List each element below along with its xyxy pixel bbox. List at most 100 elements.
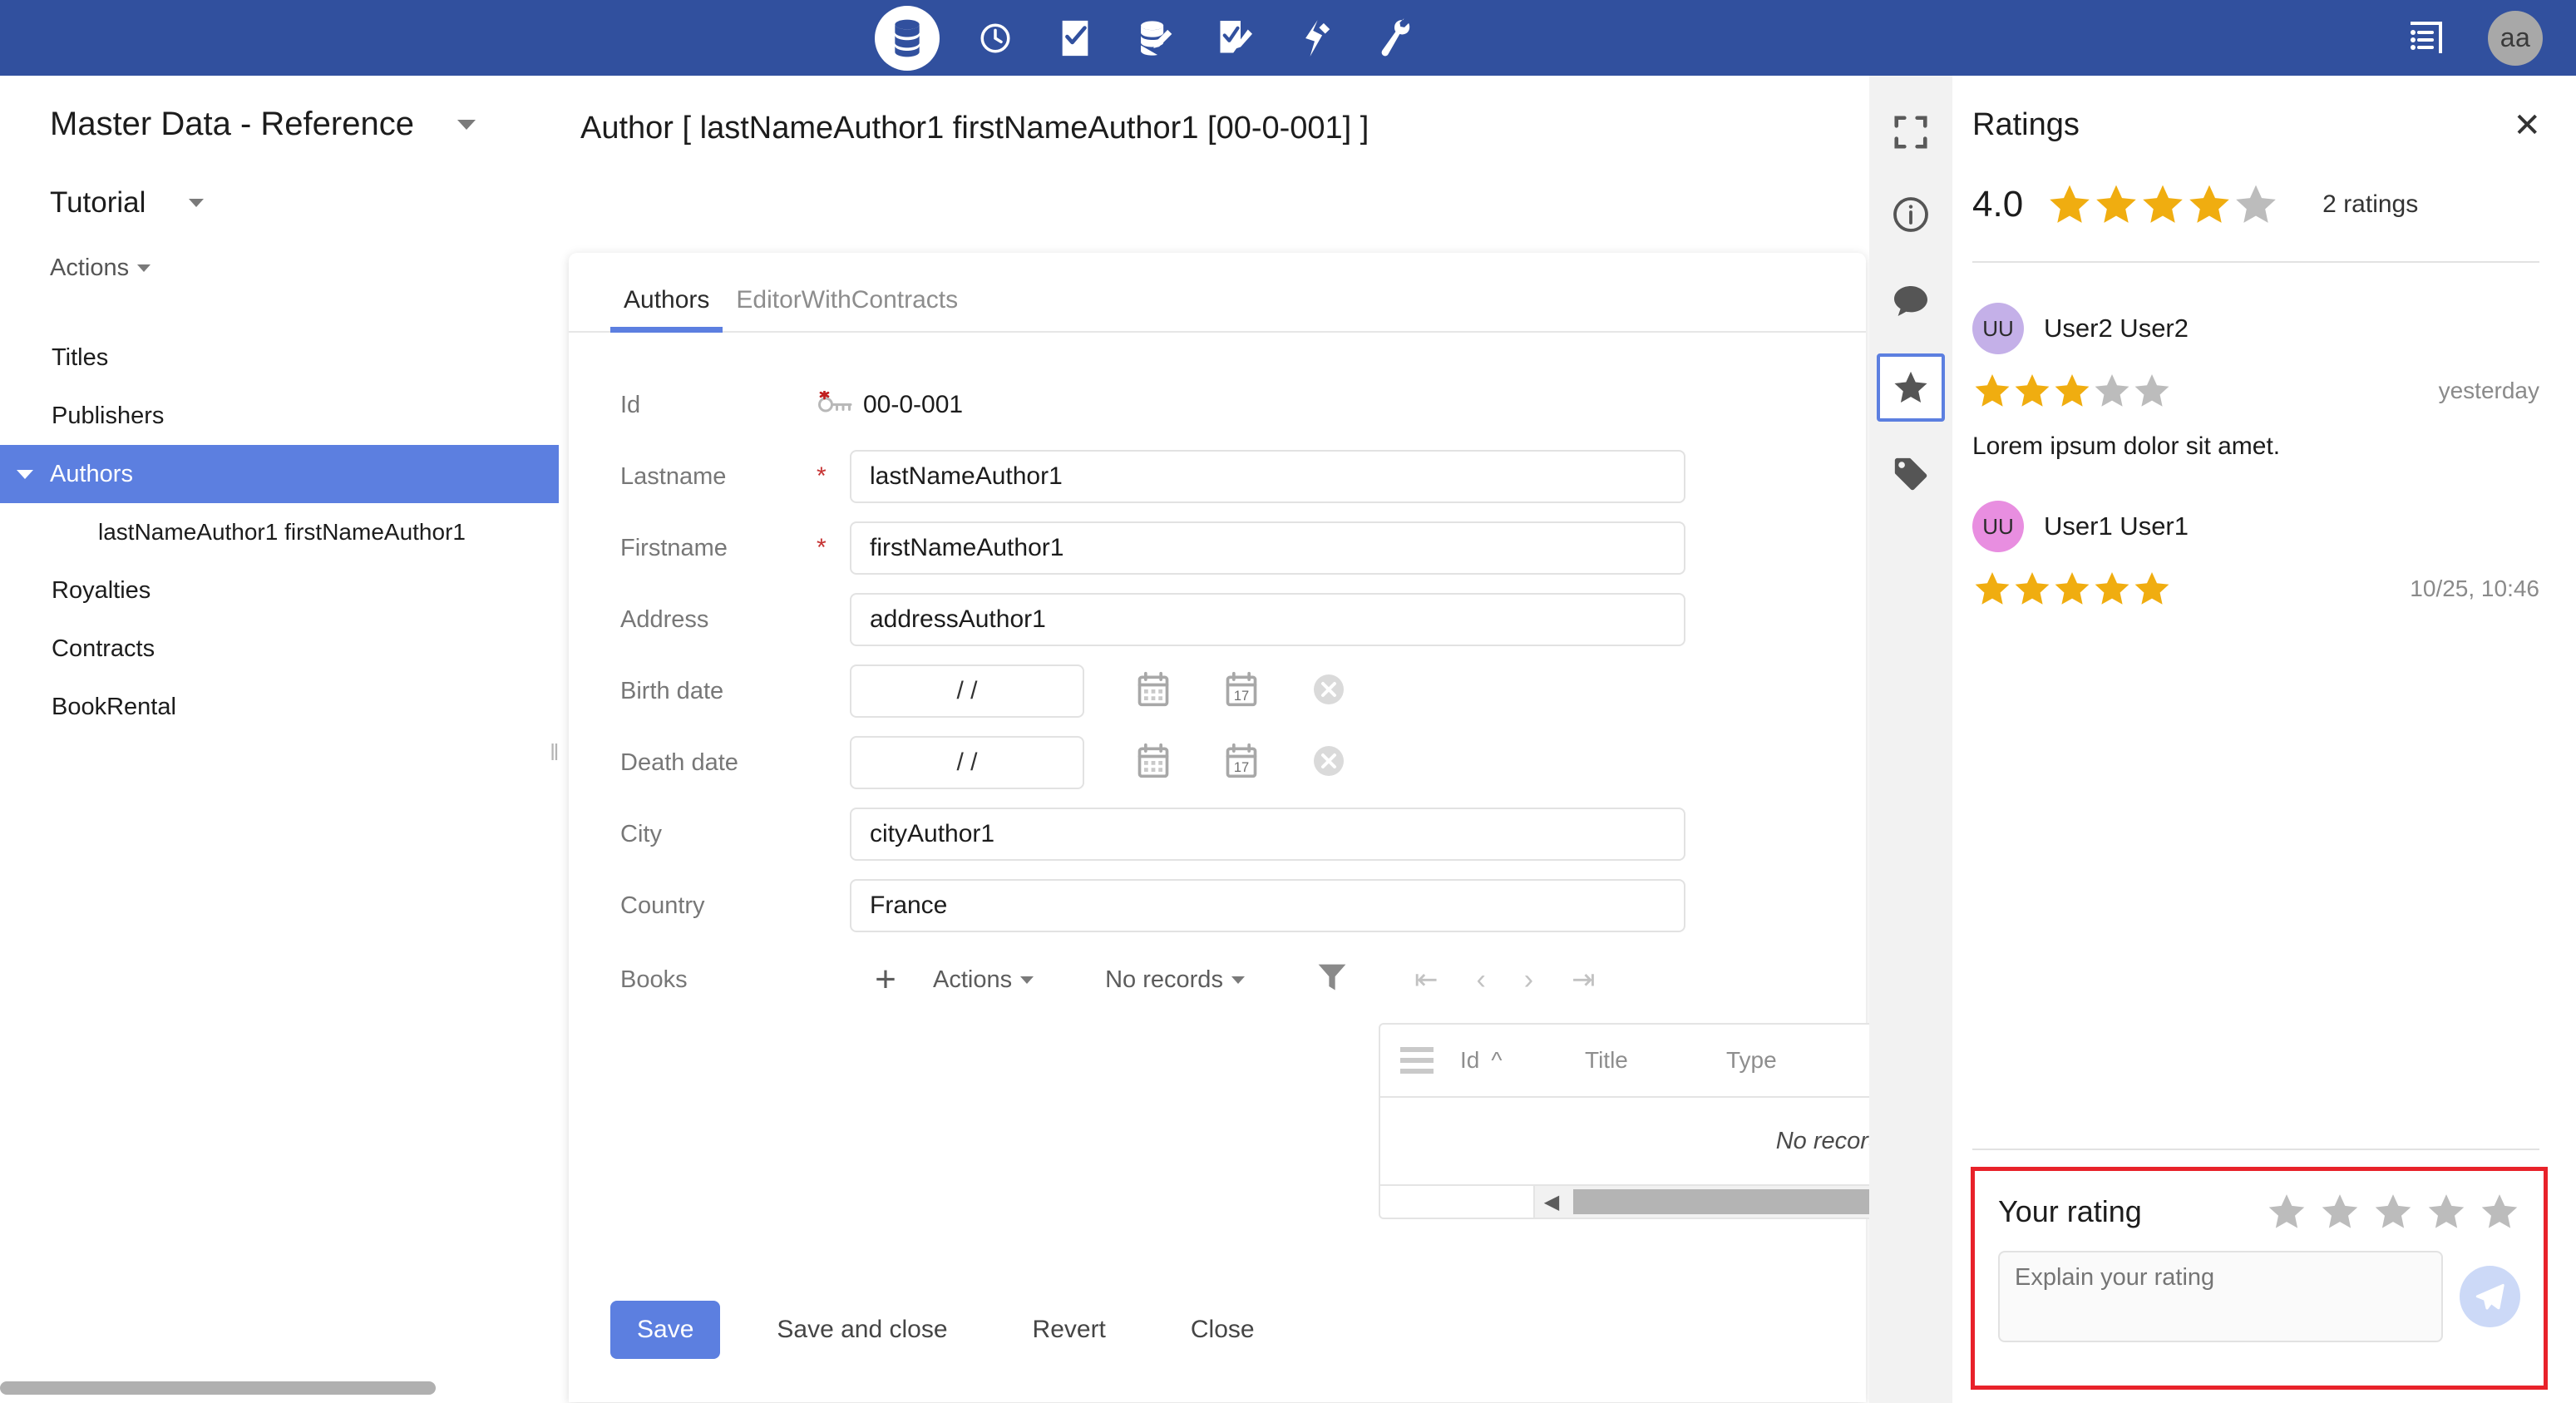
books-actions-label: Actions bbox=[933, 966, 1013, 993]
sidebar-item-publishers[interactable]: Publishers bbox=[0, 387, 559, 445]
birthdate-field[interactable]: / / bbox=[850, 664, 1084, 718]
pager-next-button[interactable]: › bbox=[1524, 964, 1533, 996]
pager-first-button[interactable]: ⇤ bbox=[1414, 963, 1439, 996]
save-button[interactable]: Save bbox=[610, 1301, 721, 1359]
star-glyph-icon bbox=[2015, 572, 2050, 605]
user-avatar[interactable]: aa bbox=[2488, 10, 2543, 66]
pager-prev-button[interactable]: ‹ bbox=[1476, 964, 1485, 996]
your-rating-comment-input[interactable] bbox=[1998, 1251, 2443, 1342]
star-glyph-icon bbox=[1975, 572, 2010, 605]
column-header-title[interactable]: Title bbox=[1578, 1047, 1720, 1074]
sidebar-actions-menu[interactable]: Actions bbox=[0, 220, 559, 282]
expand-caret-icon bbox=[17, 469, 33, 479]
clock-icon[interactable] bbox=[971, 14, 1019, 62]
add-book-button[interactable]: + bbox=[850, 959, 921, 1000]
database-edit-icon[interactable] bbox=[1131, 14, 1179, 62]
rating-entry-timestamp: 10/25, 10:46 bbox=[2410, 576, 2539, 601]
column-header-id[interactable]: Id ^ bbox=[1453, 1047, 1578, 1074]
sidebar-item-author-record[interactable]: lastNameAuthor1 firstNameAuthor1 bbox=[0, 503, 559, 561]
comment-icon[interactable] bbox=[1877, 267, 1945, 335]
app-title-row[interactable]: Master Data - Reference bbox=[0, 76, 559, 143]
clear-date-icon[interactable] bbox=[1312, 673, 1345, 710]
column-header-label: Id bbox=[1460, 1047, 1480, 1073]
left-sidebar: Master Data - Reference Tutorial Actions… bbox=[0, 76, 560, 1403]
star-glyph-icon bbox=[2050, 185, 2090, 223]
tab-editorwithcontracts[interactable]: EditorWithContracts bbox=[723, 286, 971, 331]
lastname-field[interactable]: lastNameAuthor1 bbox=[850, 450, 1685, 503]
filter-icon[interactable] bbox=[1316, 961, 1348, 999]
field-value-birthdate: / / bbox=[956, 677, 978, 704]
city-field[interactable]: cityAuthor1 bbox=[850, 808, 1685, 861]
list-view-icon[interactable] bbox=[2401, 14, 2450, 62]
checklist-icon[interactable] bbox=[1051, 14, 1099, 62]
sort-ascending-icon: ^ bbox=[1491, 1047, 1503, 1073]
star-glyph-icon bbox=[2428, 1194, 2465, 1228]
sidebar-item-titles[interactable]: Titles bbox=[0, 329, 559, 387]
close-panel-icon[interactable]: ✕ bbox=[2513, 109, 2541, 142]
field-label-firstname: Firstname bbox=[620, 534, 728, 561]
user-avatar-initials: aa bbox=[2500, 22, 2531, 52]
sidebar-item-contracts[interactable]: Contracts bbox=[0, 620, 559, 678]
calendar-icon[interactable] bbox=[1136, 671, 1171, 712]
tab-bar: Authors EditorWithContracts bbox=[569, 253, 1866, 333]
ratings-panel-title: Ratings bbox=[1972, 107, 2080, 142]
section-title-row[interactable]: Tutorial bbox=[0, 143, 559, 220]
calendar-icon[interactable] bbox=[1136, 743, 1171, 783]
calendar-today-icon[interactable]: 17 bbox=[1224, 671, 1259, 712]
grid-scroll-left-arrow[interactable]: ◀ bbox=[1535, 1190, 1568, 1214]
field-row-country: Country France bbox=[569, 870, 1866, 941]
calendar-today-icon[interactable]: 17 bbox=[1224, 743, 1259, 783]
plug-icon[interactable] bbox=[1290, 14, 1339, 62]
sidebar-item-label: BookRental bbox=[52, 693, 176, 720]
checklist-edit-icon[interactable] bbox=[1211, 14, 1259, 62]
sidebar-item-royalties[interactable]: Royalties bbox=[0, 561, 559, 620]
column-header-type[interactable]: Type bbox=[1720, 1047, 1878, 1074]
tag-icon[interactable] bbox=[1877, 440, 1945, 508]
ratings-summary: 4.0 2 ratings bbox=[1952, 143, 2576, 228]
star-glyph-icon bbox=[1975, 374, 2010, 407]
save-and-close-button[interactable]: Save and close bbox=[748, 1301, 975, 1359]
close-button[interactable]: Close bbox=[1162, 1301, 1283, 1359]
section-chevron-down-icon[interactable] bbox=[189, 199, 205, 207]
star-glyph-icon bbox=[2015, 374, 2050, 407]
sidebar-item-label: lastNameAuthor1 firstNameAuthor1 bbox=[98, 519, 466, 545]
app-title-chevron-down-icon[interactable] bbox=[456, 119, 476, 130]
grid-menu-icon[interactable] bbox=[1380, 1047, 1453, 1074]
send-icon[interactable] bbox=[2459, 1266, 2520, 1327]
star-icon[interactable] bbox=[1877, 353, 1945, 422]
rating-user-name: User1 User1 bbox=[2044, 511, 2189, 541]
sidebar-horizontal-scrollbar[interactable] bbox=[0, 1381, 436, 1395]
expand-fullscreen-icon[interactable] bbox=[1881, 102, 1941, 162]
rating-entry-header: UU User1 User1 bbox=[1972, 501, 2576, 552]
column-header-label: Type bbox=[1726, 1047, 1777, 1073]
star-glyph-icon bbox=[2189, 185, 2229, 223]
star-glyph-icon bbox=[2095, 572, 2129, 605]
firstname-field[interactable]: firstNameAuthor1 bbox=[850, 521, 1685, 575]
books-records-selector[interactable]: No records bbox=[1105, 955, 1245, 1005]
tab-authors[interactable]: Authors bbox=[610, 286, 723, 333]
database-icon[interactable] bbox=[875, 5, 940, 71]
country-field[interactable]: France bbox=[850, 879, 1685, 932]
books-pager: ⇤ ‹ › ⇥ bbox=[1414, 963, 1596, 996]
ratings-panel: Ratings ✕ 4.0 2 ratings UU User2 User2 y… bbox=[1952, 76, 2576, 1403]
pager-last-button[interactable]: ⇥ bbox=[1572, 963, 1596, 996]
clear-date-icon[interactable] bbox=[1312, 744, 1345, 782]
address-field[interactable]: addressAuthor1 bbox=[850, 593, 1685, 646]
revert-button-label: Revert bbox=[1032, 1316, 1106, 1343]
save-and-close-button-label: Save and close bbox=[777, 1316, 948, 1343]
side-panel-icon-rail bbox=[1869, 76, 1952, 1403]
field-value-lastname: lastNameAuthor1 bbox=[870, 462, 1063, 490]
field-label-country: Country bbox=[620, 892, 705, 919]
sidebar-actions-chevron-down-icon bbox=[137, 264, 151, 272]
sidebar-item-authors[interactable]: Authors bbox=[0, 445, 559, 503]
sidebar-item-bookrental[interactable]: BookRental bbox=[0, 678, 559, 736]
svg-text:17: 17 bbox=[1234, 688, 1249, 703]
deathdate-field[interactable]: / / bbox=[850, 736, 1084, 789]
revert-button[interactable]: Revert bbox=[1004, 1301, 1134, 1359]
wrench-icon[interactable] bbox=[1370, 14, 1419, 62]
your-rating-stars[interactable] bbox=[2266, 1191, 2520, 1233]
info-icon[interactable] bbox=[1877, 180, 1945, 249]
author-form: Id 00-0-001 Lastname * lastNameAuthor1 F… bbox=[569, 333, 2365, 1219]
books-actions-menu[interactable]: Actions bbox=[933, 955, 1034, 1005]
sidebar-resize-handle[interactable]: ‖ bbox=[550, 741, 560, 774]
